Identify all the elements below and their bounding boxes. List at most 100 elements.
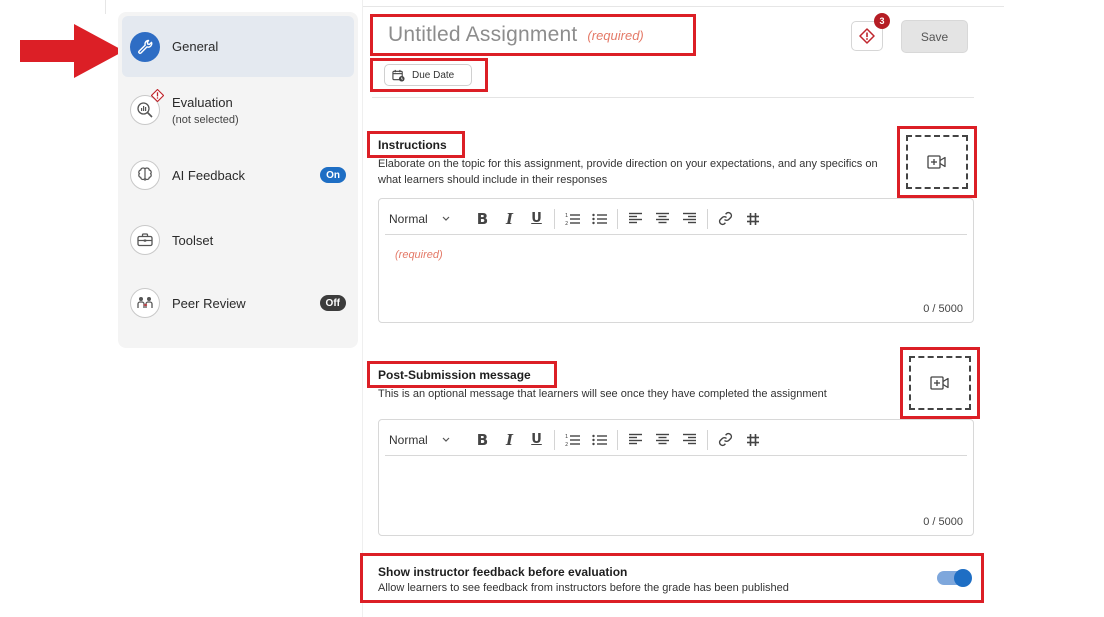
svg-text:2: 2 [565, 221, 568, 226]
brain-icon [130, 160, 160, 190]
sidebar-item-evaluation[interactable]: Evaluation (not selected) [122, 89, 354, 130]
underline-icon: U [531, 432, 542, 447]
ordered-list-icon: 12 [565, 434, 580, 447]
toolbar-separator [617, 208, 618, 229]
sidebar-item-label: Evaluation [172, 94, 233, 110]
bold-button[interactable]: B [469, 428, 496, 452]
align-center-icon [656, 433, 669, 445]
chevron-down-icon [442, 216, 450, 221]
link-icon [718, 432, 733, 447]
format-select[interactable]: Normal [385, 212, 469, 226]
svg-text:2: 2 [565, 442, 568, 447]
calendar-clock-icon [392, 69, 405, 82]
post-submission-title: Post-Submission message [378, 367, 531, 382]
warning-icon [151, 89, 164, 102]
instructor-feedback-setting: Show instructor feedback before evaluati… [360, 553, 984, 603]
sidebar-item-peer-review[interactable]: Peer Review Off [122, 284, 354, 322]
italic-icon: I [505, 430, 514, 449]
chevron-down-icon [442, 437, 450, 442]
sidebar-item-sublabel: (not selected) [172, 113, 239, 126]
post-submission-media-annotation [900, 347, 980, 419]
warning-icon [859, 28, 875, 44]
top-border [362, 6, 1004, 7]
hashtag-icon [746, 433, 759, 446]
instructions-title: Instructions [378, 137, 447, 152]
feedback-toggle-switch[interactable] [937, 569, 972, 587]
instructions-media-annotation [897, 126, 977, 198]
align-right-icon [683, 212, 696, 224]
add-video-icon [927, 155, 946, 169]
left-frame-border [105, 0, 106, 14]
toolbox-icon [130, 225, 160, 255]
feedback-setting-title: Show instructor feedback before evaluati… [378, 565, 628, 579]
magnify-chart-icon [130, 89, 164, 125]
align-center-icon [656, 212, 669, 224]
bold-icon: B [476, 430, 489, 449]
table-button[interactable] [739, 428, 766, 452]
sidebar-item-toolset[interactable]: Toolset [122, 221, 354, 259]
link-icon [718, 211, 733, 226]
toolbar-separator [707, 208, 708, 229]
bold-button[interactable]: B [469, 207, 496, 231]
format-select[interactable]: Normal [385, 433, 469, 447]
italic-button[interactable]: I [496, 428, 523, 452]
due-date-button[interactable]: Due Date [384, 64, 472, 86]
post-submission-add-media-button[interactable] [909, 356, 971, 410]
align-left-button[interactable] [622, 207, 649, 231]
link-button[interactable] [712, 207, 739, 231]
feedback-setting-description: Allow learners to see feedback from inst… [378, 582, 789, 594]
align-left-icon [629, 433, 642, 445]
character-count: 0 / 5000 [923, 516, 963, 528]
sidebar-item-general[interactable]: General [122, 16, 354, 77]
format-select-value: Normal [389, 432, 428, 447]
post-submission-description: This is an optional message that learner… [378, 388, 827, 400]
bullet-list-icon [591, 213, 607, 224]
underline-button[interactable]: U [523, 428, 550, 452]
underline-button[interactable]: U [523, 207, 550, 231]
bullet-list-icon [591, 434, 607, 445]
ordered-list-button[interactable]: 12 [559, 428, 586, 452]
link-button[interactable] [712, 428, 739, 452]
save-button[interactable]: Save [901, 20, 968, 53]
toolbar-separator [554, 208, 555, 229]
ordered-list-icon: 12 [565, 213, 580, 226]
due-date-label: Due Date [412, 69, 455, 81]
sidebar-item-label: AI Feedback [172, 167, 245, 183]
wrench-icon [130, 31, 160, 62]
assignment-title-input[interactable]: Untitled Assignment (required) [370, 14, 696, 56]
align-left-icon [629, 212, 642, 224]
title-required-label: (required) [587, 27, 644, 43]
editor-placeholder: (required) [395, 249, 443, 261]
instructions-description: Elaborate on the topic for this assignme… [378, 158, 878, 186]
sidebar-item-label: General [172, 39, 219, 54]
table-button[interactable] [739, 207, 766, 231]
header-divider [372, 97, 974, 98]
title-placeholder: Untitled Assignment [388, 23, 578, 46]
align-center-button[interactable] [649, 207, 676, 231]
italic-button[interactable]: I [496, 207, 523, 231]
bullet-list-button[interactable] [586, 207, 613, 231]
instructions-editor[interactable]: Normal B I U 12 (required) 0 / 5000 [378, 198, 974, 323]
align-right-button[interactable] [676, 207, 703, 231]
italic-icon: I [505, 209, 514, 228]
main-divider [362, 0, 363, 617]
ordered-list-button[interactable]: 12 [559, 207, 586, 231]
align-right-icon [683, 433, 696, 445]
ai-feedback-status-badge: On [320, 167, 346, 183]
post-submission-editor[interactable]: Normal B I U 12 0 / 5000 [378, 419, 974, 536]
editor-toolbar: Normal B I U 12 [385, 424, 967, 456]
format-select-value: Normal [389, 211, 428, 226]
hashtag-icon [746, 212, 759, 225]
align-center-button[interactable] [649, 428, 676, 452]
instructions-add-media-button[interactable] [906, 135, 968, 189]
toggle-knob [954, 569, 972, 587]
add-video-icon [930, 376, 949, 390]
peer-review-icon [130, 288, 160, 318]
bold-icon: B [476, 209, 489, 228]
sidebar-item-label: Toolset [172, 232, 214, 248]
annotation-arrow-icon [20, 24, 124, 78]
align-left-button[interactable] [622, 428, 649, 452]
align-right-button[interactable] [676, 428, 703, 452]
sidebar-item-ai-feedback[interactable]: AI Feedback On [122, 156, 354, 194]
bullet-list-button[interactable] [586, 428, 613, 452]
